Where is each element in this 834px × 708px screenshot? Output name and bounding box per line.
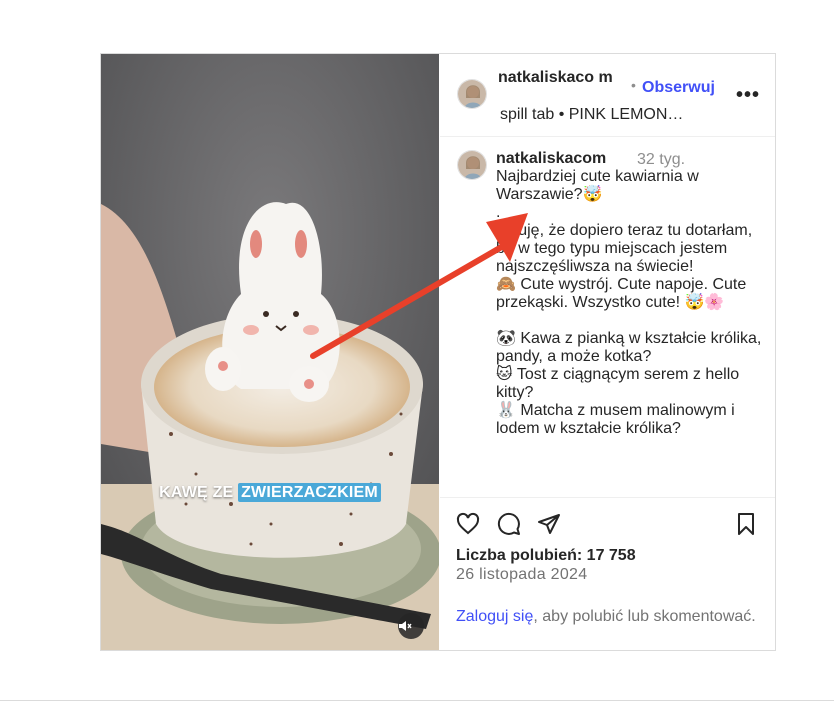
post-sidebar: natkaliskaco m • Obserwuj spill tab • PI… bbox=[440, 54, 775, 650]
latte-art-video-frame bbox=[101, 54, 439, 650]
caption-area: natkaliskacom 32 tyg. Najbardziej cute k… bbox=[440, 137, 775, 497]
caption-username[interactable]: natkaliskacom bbox=[496, 150, 606, 168]
login-prompt-text: , aby polubić lub skomentować. bbox=[533, 608, 756, 625]
share-icon[interactable] bbox=[537, 512, 561, 536]
post-header: natkaliskaco m • Obserwuj spill tab • PI… bbox=[440, 54, 775, 137]
overlay-text-highlight: ZWIERZACZKIEM bbox=[238, 483, 381, 502]
login-prompt: Zaloguj się, aby polubić lub skomentować… bbox=[456, 608, 756, 626]
post-video[interactable]: KAWĘ ZE ZWIERZACZKIEM bbox=[101, 54, 439, 650]
comment-icon[interactable] bbox=[497, 512, 521, 536]
avatar[interactable] bbox=[457, 79, 487, 109]
actions-bar: Liczba polubień: 17 758 26 listopada 202… bbox=[440, 497, 775, 651]
more-horizontal-icon[interactable]: ••• bbox=[736, 84, 760, 107]
caption-timestamp[interactable]: 32 tyg. bbox=[637, 151, 685, 169]
video-caption-overlay: KAWĘ ZE ZWIERZACZKIEM bbox=[101, 483, 439, 502]
page-divider bbox=[0, 700, 834, 701]
speaker-muted-icon[interactable] bbox=[398, 613, 424, 639]
follow-button[interactable]: Obserwuj bbox=[642, 79, 715, 97]
header-username[interactable]: natkaliskaco m bbox=[498, 69, 618, 86]
bookmark-icon[interactable] bbox=[734, 512, 758, 536]
audio-track[interactable]: spill tab • PINK LEMON… bbox=[500, 106, 683, 124]
login-link[interactable]: Zaloguj się bbox=[456, 608, 533, 625]
instagram-post: KAWĘ ZE ZWIERZACZKIEM natkaliskaco m • O… bbox=[100, 53, 776, 651]
avatar-image bbox=[458, 80, 486, 108]
heart-icon[interactable] bbox=[456, 512, 480, 536]
caption-avatar[interactable] bbox=[457, 150, 487, 180]
avatar-image bbox=[458, 151, 486, 179]
post-date[interactable]: 26 listopada 2024 bbox=[456, 566, 587, 584]
likes-count[interactable]: Liczba polubień: 17 758 bbox=[456, 547, 636, 565]
separator-dot: • bbox=[631, 77, 636, 93]
caption-text: Najbardziej cute kawiarnia w Warszawie?🤯… bbox=[496, 168, 762, 437]
speaker-muted-glyph bbox=[399, 621, 412, 631]
overlay-text-1: KAWĘ ZE bbox=[159, 484, 239, 501]
